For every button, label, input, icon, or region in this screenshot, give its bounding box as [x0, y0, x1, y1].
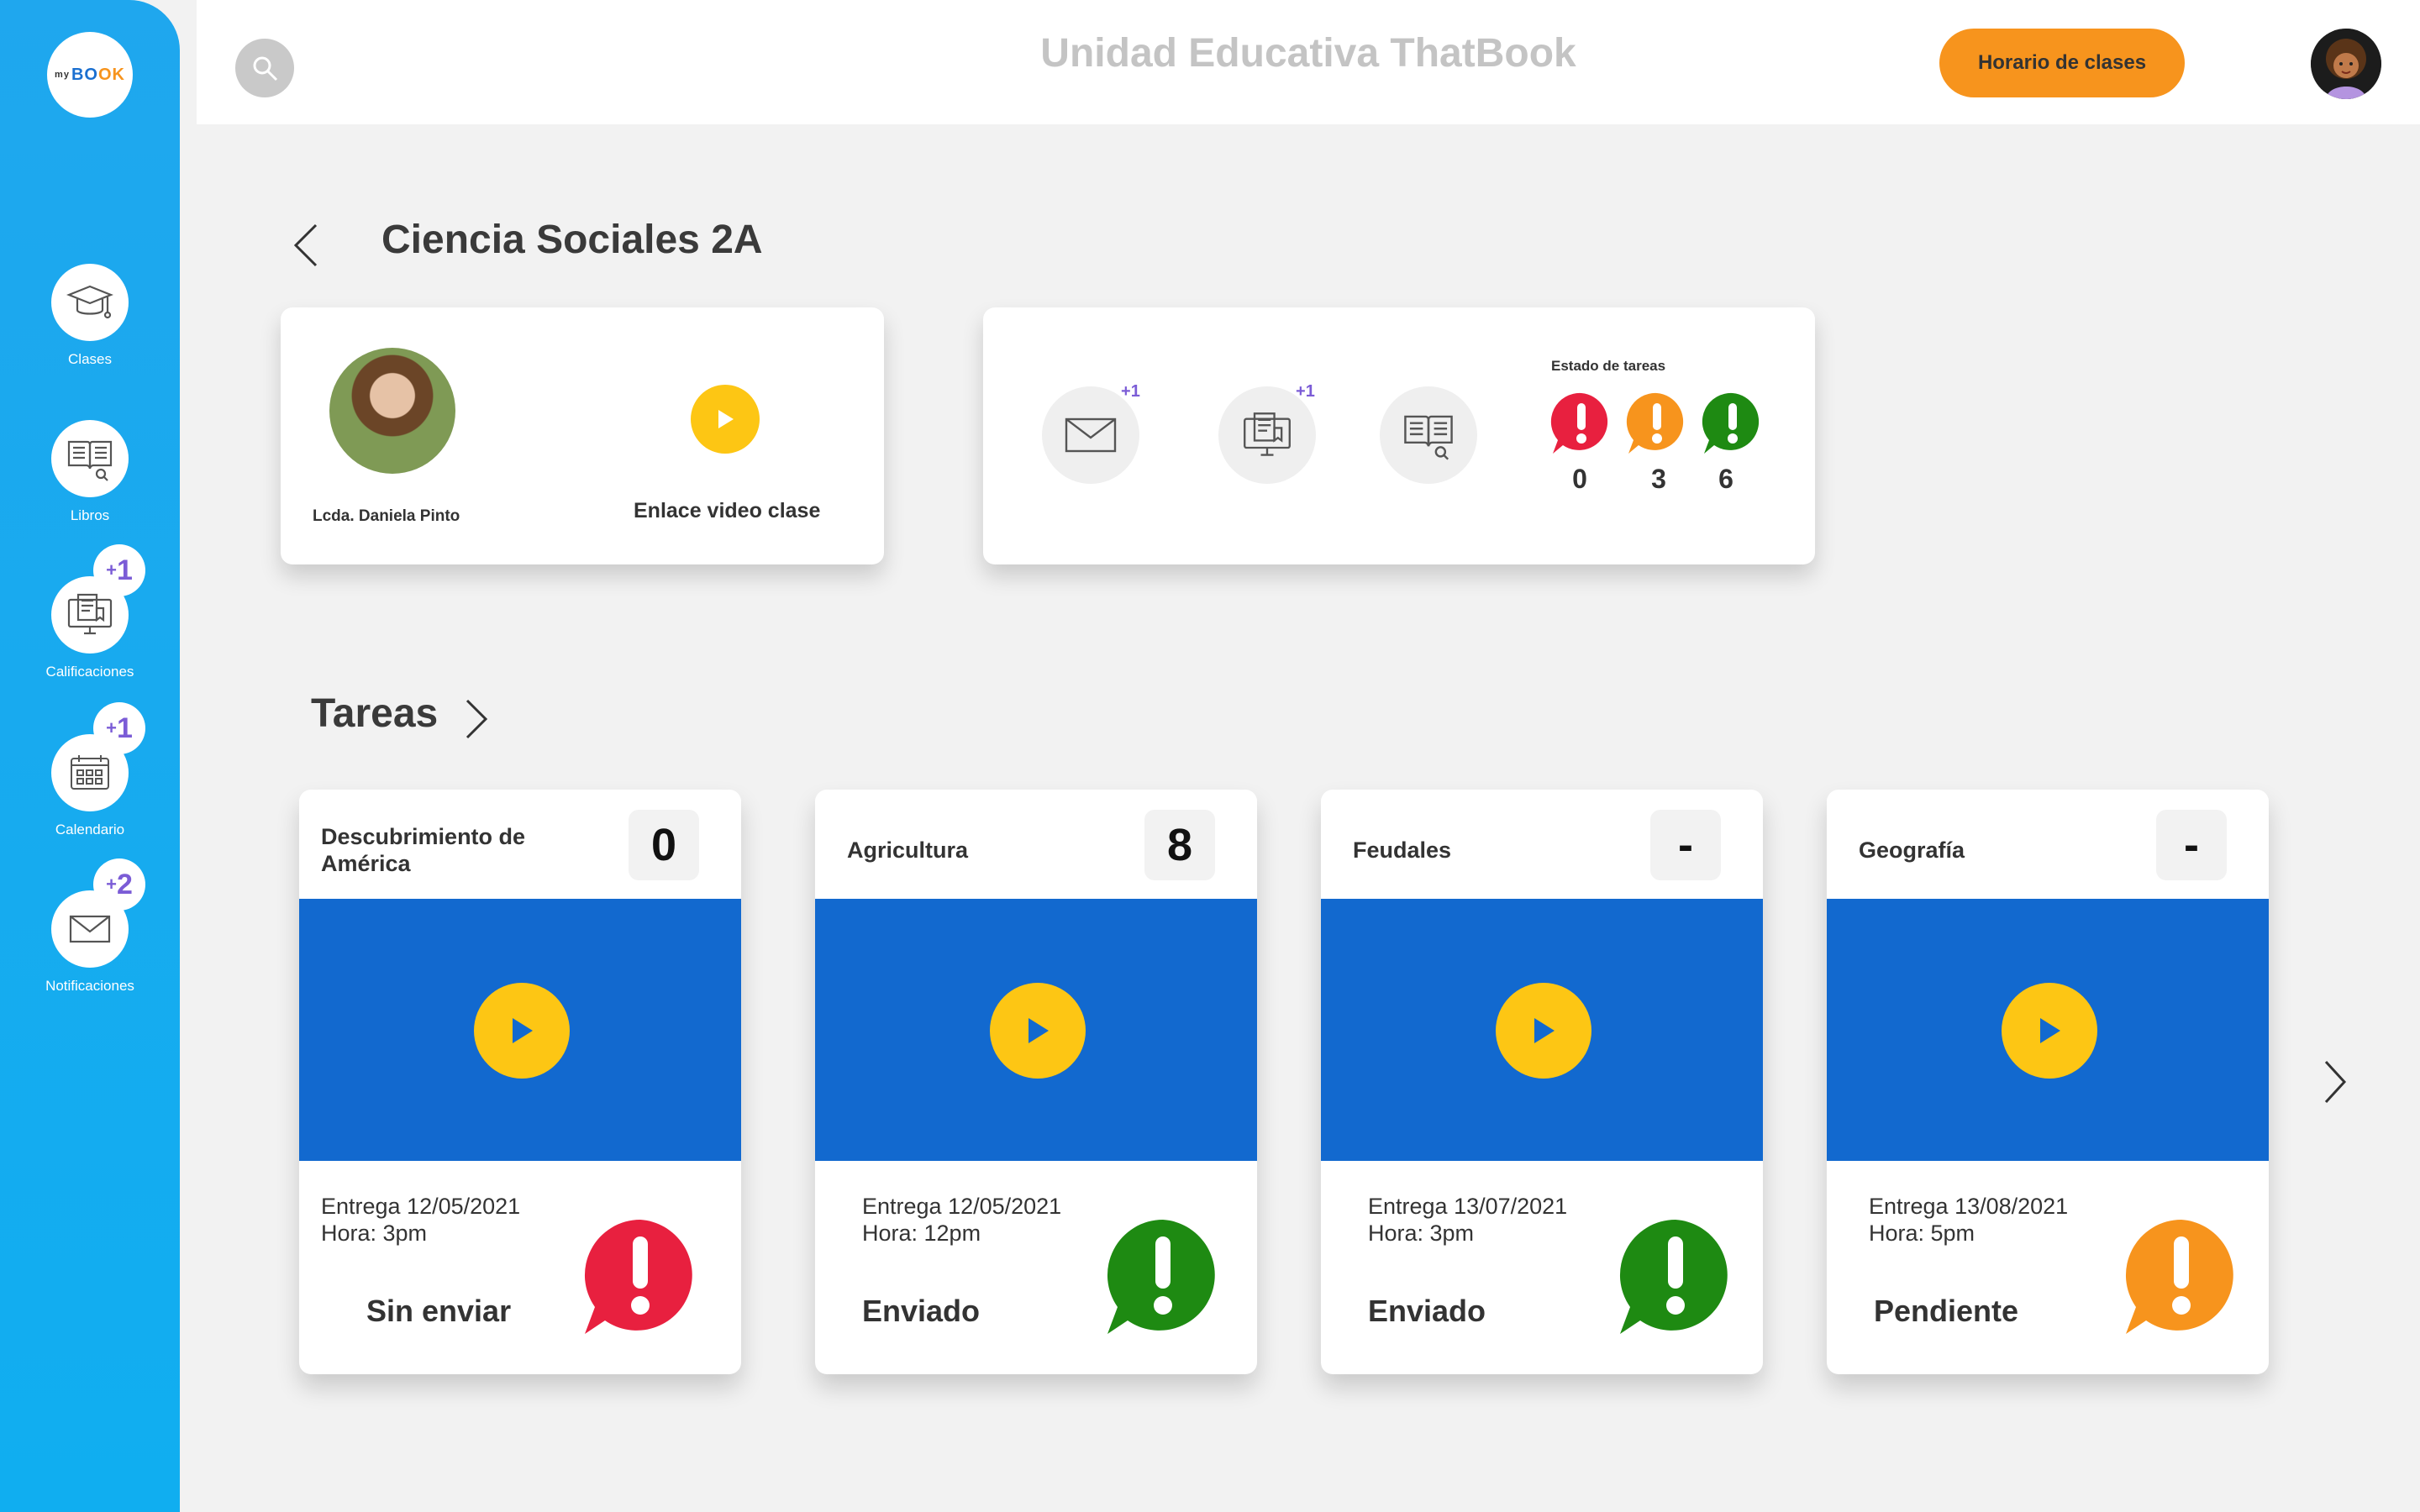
- task-title: Descubrimiento de América: [321, 824, 526, 876]
- grades-badge: +1: [1296, 382, 1315, 401]
- book-icon: [1404, 415, 1453, 460]
- task-title: Feudales: [1353, 837, 1452, 863]
- top-header: Unidad Educativa ThatBook Horario de cla…: [197, 0, 2420, 124]
- play-icon: [1534, 1018, 1555, 1043]
- task-media: [1321, 899, 1763, 1161]
- task-score: -: [1650, 810, 1721, 880]
- in-progress-count: 3: [1651, 464, 1666, 494]
- alert-bubble-orange-icon: [1626, 392, 1684, 454]
- task-status: Enviado: [1368, 1294, 1486, 1328]
- task-score: 0: [629, 810, 699, 880]
- task-play-button[interactable]: [990, 983, 1086, 1079]
- task-due: Entrega 12/05/2021 Hora: 3pm: [321, 1194, 521, 1246]
- sidebar-item-calificaciones[interactable]: +1 Calificaciones: [0, 544, 180, 680]
- certificate-icon: [1244, 412, 1291, 456]
- teacher-name: Lcda. Daniela Pinto: [313, 507, 460, 525]
- task-media: [1827, 899, 2269, 1161]
- task-play-button[interactable]: [1496, 983, 1591, 1079]
- sidebar-item-libros[interactable]: Libros: [0, 420, 180, 524]
- sidebar-item-label: Libros: [70, 507, 110, 523]
- books-button[interactable]: [1380, 386, 1477, 484]
- notification-badge: +1: [93, 702, 145, 754]
- chevron-right-icon[interactable]: [2317, 1057, 2351, 1107]
- alert-bubble-green-icon: [1107, 1220, 1215, 1334]
- task-status: Pendiente: [1874, 1294, 2019, 1328]
- task-status: Sin enviar: [366, 1294, 512, 1328]
- user-avatar[interactable]: [2311, 29, 2381, 99]
- video-class-link[interactable]: Enlace video clase: [634, 499, 820, 523]
- graduation-cap-icon: [66, 285, 113, 319]
- alert-bubble-orange-icon: [2125, 1220, 2233, 1334]
- messages-badge: +1: [1121, 382, 1140, 401]
- nav-circle: [51, 264, 129, 341]
- chevron-right-icon[interactable]: [460, 696, 494, 743]
- task-media: [815, 899, 1257, 1161]
- pending-count: 0: [1572, 464, 1587, 494]
- alert-bubble-green-icon: [1702, 392, 1760, 454]
- sidebar-item-calendario[interactable]: +1 Calendario: [0, 702, 180, 838]
- user-avatar-image: [2311, 29, 2381, 99]
- task-card[interactable]: Feudales - Entrega 13/07/2021 Hora: 3pm E…: [1321, 790, 1763, 1374]
- calendar-icon: [71, 755, 109, 790]
- sidebar-item-label: Notificaciones: [45, 978, 134, 994]
- task-due: Entrega 12/05/2021 Hora: 12pm: [862, 1194, 1062, 1246]
- task-play-button[interactable]: [2002, 983, 2097, 1079]
- task-status: Enviado: [862, 1294, 981, 1328]
- play-icon: [2040, 1018, 2060, 1043]
- task-title: Agricultura: [847, 837, 969, 863]
- certificate-icon: [67, 593, 113, 635]
- envelope-icon: [1065, 417, 1117, 453]
- notification-badge: +2: [93, 858, 145, 911]
- back-arrow-icon[interactable]: [286, 220, 328, 270]
- alert-bubble-green-icon: [1619, 1220, 1728, 1334]
- sidebar-item-notificaciones[interactable]: +2 Notificaciones: [0, 858, 180, 995]
- task-status-label: Estado de tareas: [1551, 358, 1666, 374]
- book-icon: [67, 440, 113, 481]
- page-title: Ciencia Sociales 2A: [381, 218, 763, 262]
- task-media: [299, 899, 741, 1161]
- play-icon: [718, 410, 734, 428]
- task-play-button[interactable]: [474, 983, 570, 1079]
- alert-bubble-red-icon: [1550, 392, 1608, 454]
- task-due: Entrega 13/07/2021 Hora: 3pm: [1368, 1194, 1568, 1246]
- nav-circle: +1: [51, 702, 145, 811]
- task-card[interactable]: Descubrimiento de América 0 Entrega 12/0…: [299, 790, 741, 1374]
- done-count: 6: [1718, 464, 1733, 494]
- task-score: -: [2156, 810, 2227, 880]
- status-card: +1 +1 Estado de tareas 0 3 6: [983, 307, 1815, 564]
- app-logo[interactable]: my BOOK: [47, 32, 133, 118]
- play-icon: [1028, 1018, 1049, 1043]
- notification-badge: +1: [93, 544, 145, 596]
- envelope-icon: [69, 915, 111, 943]
- play-icon: [513, 1018, 533, 1043]
- task-title: Geografía: [1859, 837, 1965, 863]
- sidebar-item-label: Calificaciones: [45, 664, 134, 680]
- sidebar: my BOOK Clases Libros +1 Calificaciones: [0, 0, 180, 1512]
- nav-circle: [51, 420, 129, 497]
- sidebar-item-label: Clases: [68, 351, 112, 367]
- sidebar-item-label: Calendario: [55, 822, 125, 837]
- tasks-section-title: Tareas: [311, 691, 439, 736]
- schedule-button[interactable]: Horario de clases: [1939, 29, 2185, 97]
- alert-bubble-red-icon: [584, 1220, 692, 1334]
- video-play-button[interactable]: [691, 385, 760, 454]
- sidebar-item-clases[interactable]: Clases: [0, 264, 180, 368]
- logo-word: BOOK: [71, 65, 125, 84]
- nav-circle: +2: [51, 858, 145, 968]
- task-card[interactable]: Geografía - Entrega 13/08/2021 Hora: 5pm …: [1827, 790, 2269, 1374]
- task-card[interactable]: Agricultura 8 Entrega 12/05/2021 Hora: 12…: [815, 790, 1257, 1374]
- teacher-card: Lcda. Daniela Pinto Enlace video clase: [281, 307, 884, 564]
- task-score: 8: [1144, 810, 1215, 880]
- logo-prefix: my: [55, 70, 70, 80]
- task-due: Entrega 13/08/2021 Hora: 5pm: [1869, 1194, 2069, 1246]
- teacher-photo: [329, 348, 455, 474]
- nav-circle: +1: [51, 544, 145, 654]
